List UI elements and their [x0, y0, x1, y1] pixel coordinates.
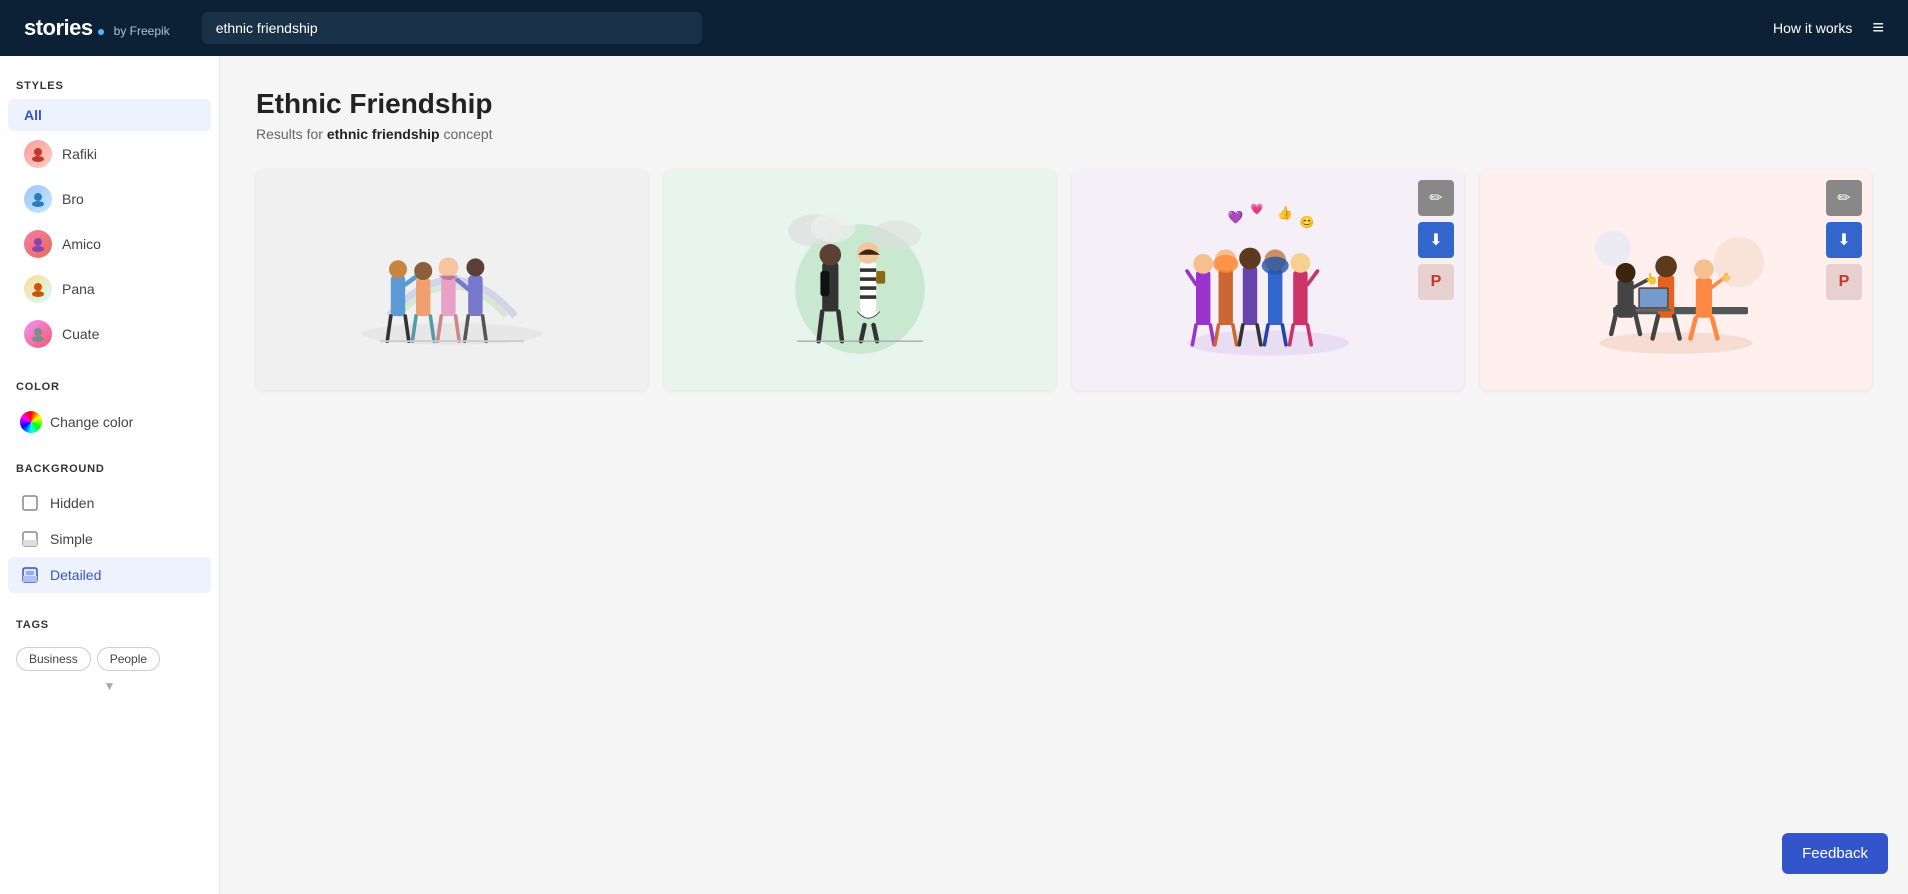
bg-item-detailed[interactable]: Detailed [8, 557, 211, 593]
background-section-title: BACKGROUND [0, 455, 219, 481]
logo-text: stories [24, 15, 93, 41]
detailed-bg-icon [20, 565, 40, 585]
sidebar-item-pana[interactable]: Pana [8, 267, 211, 311]
sidebar-item-bro[interactable]: Bro [8, 177, 211, 221]
illustration-img-4: 👆 ✋ [1480, 170, 1872, 390]
avatar-amico [24, 230, 52, 258]
svg-text:😊: 😊 [1300, 215, 1315, 229]
svg-text:👍: 👍 [1277, 205, 1293, 220]
illustration-card-2[interactable] [664, 170, 1056, 390]
sidebar-item-all[interactable]: All [8, 99, 211, 131]
download-button-3[interactable]: ⬇ [1418, 222, 1454, 258]
main-layout: STYLES All Rafiki Bro Amico [0, 56, 1908, 894]
tags-container: Business People [16, 647, 203, 671]
search-bar [202, 12, 702, 44]
color-section-title: COLOR [0, 373, 219, 399]
card-actions-4: ✏ ⬇ P [1826, 180, 1862, 300]
color-wheel-icon [20, 411, 42, 433]
bro-label: Bro [62, 191, 84, 207]
detailed-label: Detailed [50, 567, 101, 583]
feedback-button[interactable]: Feedback [1782, 833, 1888, 874]
logo-dot [98, 29, 104, 35]
download-button-4[interactable]: ⬇ [1826, 222, 1862, 258]
avatar-rafiki [24, 140, 52, 168]
header: stories by Freepik How it works ≡ [0, 0, 1908, 56]
edit-button-3[interactable]: ✏ [1418, 180, 1454, 216]
change-color-label: Change color [50, 414, 133, 430]
page-title: Ethnic Friendship [256, 88, 1872, 120]
illustration-card-1[interactable] [256, 170, 648, 390]
illustrations-grid: 💜 💗 👍 😊 [256, 170, 1872, 390]
sidebar: STYLES All Rafiki Bro Amico [0, 56, 220, 894]
illustration-card-3[interactable]: 💜 💗 👍 😊 [1072, 170, 1464, 390]
illustration-img-1 [256, 170, 648, 390]
avatar-bro [24, 185, 52, 213]
svg-text:💜: 💜 [1228, 210, 1244, 225]
how-it-works-link[interactable]: How it works [1773, 20, 1852, 36]
tag-people[interactable]: People [97, 647, 160, 671]
illustration-img-2 [664, 170, 1056, 390]
results-suffix: concept [440, 126, 493, 142]
sidebar-item-rafiki[interactable]: Rafiki [8, 132, 211, 176]
download-icon-3: ⬇ [1429, 230, 1442, 250]
bg-item-simple[interactable]: Simple [8, 521, 211, 557]
simple-label: Simple [50, 531, 93, 547]
pana-label: Pana [62, 281, 95, 297]
logo-by: by Freepik [114, 24, 170, 38]
simple-bg-icon [20, 529, 40, 549]
illustration-card-4[interactable]: 👆 ✋ [1480, 170, 1872, 390]
pinterest-icon-4: P [1839, 273, 1850, 291]
sidebar-item-amico[interactable]: Amico [8, 222, 211, 266]
cuate-label: Cuate [62, 326, 99, 342]
download-icon-4: ⬇ [1837, 230, 1850, 250]
logo[interactable]: stories by Freepik [24, 15, 170, 41]
illustration-img-3: 💜 💗 👍 😊 [1072, 170, 1464, 390]
pinterest-icon-3: P [1431, 273, 1442, 291]
main-content: Ethnic Friendship Results for ethnic fri… [220, 56, 1908, 894]
hidden-bg-icon [20, 493, 40, 513]
results-prefix: Results for [256, 126, 327, 142]
color-section: Change color [0, 399, 219, 445]
change-color-button[interactable]: Change color [8, 403, 211, 441]
styles-section-title: STYLES [0, 72, 219, 98]
edit-icon-4: ✏ [1837, 188, 1850, 208]
hamburger-icon[interactable]: ≡ [1872, 17, 1884, 40]
tags-section-title: TAGS [0, 611, 219, 637]
bg-item-hidden[interactable]: Hidden [8, 485, 211, 521]
rafiki-label: Rafiki [62, 146, 97, 162]
card-actions-3: ✏ ⬇ P [1418, 180, 1454, 300]
tags-section: Business People [0, 637, 219, 675]
sidebar-item-cuate[interactable]: Cuate [8, 312, 211, 356]
amico-label: Amico [62, 236, 101, 252]
all-label: All [24, 107, 42, 123]
hidden-label: Hidden [50, 495, 94, 511]
header-right: How it works ≡ [1773, 17, 1884, 40]
search-input[interactable] [202, 12, 702, 44]
results-keyword: ethnic friendship [327, 126, 440, 142]
avatar-cuate [24, 320, 52, 348]
edit-button-4[interactable]: ✏ [1826, 180, 1862, 216]
tag-business[interactable]: Business [16, 647, 91, 671]
background-section: Hidden Simple [0, 481, 219, 597]
pinterest-button-4[interactable]: P [1826, 264, 1862, 300]
scroll-arrow: ▼ [0, 675, 219, 697]
results-text: Results for ethnic friendship concept [256, 126, 1872, 142]
pinterest-button-3[interactable]: P [1418, 264, 1454, 300]
edit-icon-3: ✏ [1429, 188, 1442, 208]
svg-text:💗: 💗 [1250, 203, 1264, 216]
avatar-pana [24, 275, 52, 303]
svg-text:👆: 👆 [1645, 273, 1658, 286]
